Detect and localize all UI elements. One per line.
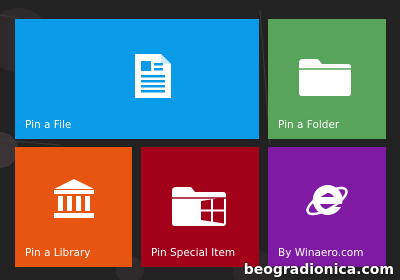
tile-label: Pin a Folder	[278, 119, 340, 131]
tile-pin-special-item[interactable]: Pin Special Item	[141, 147, 259, 267]
tile-label: Pin a Library	[25, 247, 91, 259]
tile-pin-folder[interactable]: Pin a Folder	[268, 19, 386, 139]
tile-pin-file[interactable]: Pin a File	[15, 19, 259, 139]
watermark: beogradionica.com	[243, 262, 394, 278]
tile-label: Pin a File	[25, 119, 72, 131]
windows-folder-icon	[172, 187, 226, 226]
tile-label: By Winaero.com	[278, 247, 364, 259]
tile-pin-library[interactable]: Pin a Library	[15, 147, 132, 267]
document-icon	[135, 54, 171, 98]
tile-by-winaero[interactable]: By Winaero.com	[268, 147, 386, 267]
tile-label: Pin Special Item	[151, 247, 236, 259]
folder-icon	[299, 59, 351, 96]
library-icon	[54, 179, 94, 218]
internet-explorer-icon	[306, 184, 348, 216]
